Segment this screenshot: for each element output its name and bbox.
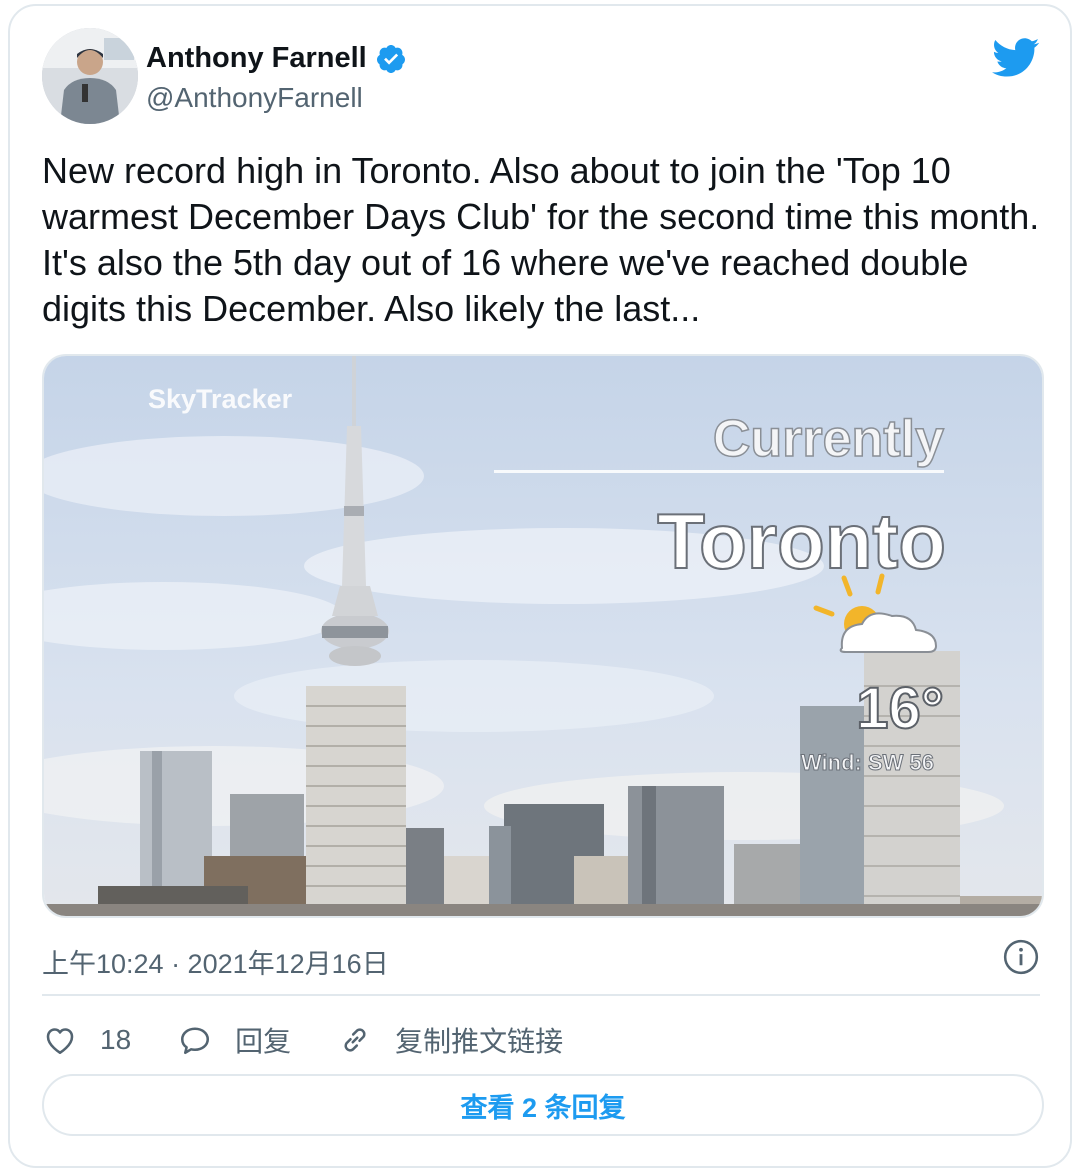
author-name[interactable]: Anthony Farnell [146, 42, 367, 75]
twitter-bird-icon[interactable] [992, 38, 1040, 78]
tweet-text: New record high in Toronto. Also about t… [42, 150, 1040, 329]
link-icon [344, 1028, 366, 1052]
tweet-card: Anthony Farnell @AnthonyFarnell New reco… [8, 4, 1072, 1168]
avatar[interactable] [42, 28, 138, 124]
view-replies-label: 查看 2 条回复 [460, 1092, 626, 1123]
tweet-timestamp[interactable]: 上午10:24 · 2021年12月16日 [42, 942, 389, 981]
tweet-actions: 18 回复 复制推文链接 [42, 1014, 609, 1066]
like-count: 18 [100, 1024, 132, 1055]
divider [42, 994, 1040, 996]
author-handle[interactable]: @AnthonyFarnell [146, 82, 363, 114]
overlay-temperature: 16° [856, 676, 944, 741]
copy-link-button[interactable]: 复制推文链接 [337, 1020, 563, 1060]
overlay-wind: Wind: SW 56 [801, 750, 934, 775]
copy-link-label: 复制推文链接 [395, 1026, 564, 1057]
skytracker-logo: SkyTracker [148, 384, 293, 414]
reply-button[interactable]: 回复 [177, 1020, 291, 1060]
verified-badge-icon [376, 44, 405, 73]
weather-broadcast-image: SkyTracker Currently Toronto 16° Wind: S… [44, 356, 1042, 916]
like-button[interactable]: 18 [42, 1022, 131, 1058]
info-icon[interactable] [1002, 938, 1040, 976]
overlay-city: Toronto [657, 497, 946, 585]
author-name-row: Anthony Farnell [146, 42, 407, 75]
heart-icon [46, 1028, 74, 1055]
tweet-media[interactable]: SkyTracker Currently Toronto 16° Wind: S… [42, 354, 1044, 918]
reply-label: 回复 [235, 1026, 292, 1057]
view-replies-button[interactable]: 查看 2 条回复 [42, 1074, 1044, 1136]
tweet-header: Anthony Farnell @AnthonyFarnell [42, 28, 1040, 128]
tweet-meta: 上午10:24 · 2021年12月16日 [42, 938, 1040, 981]
reply-bubble-icon [181, 1027, 210, 1055]
overlay-heading: Currently [713, 410, 944, 468]
